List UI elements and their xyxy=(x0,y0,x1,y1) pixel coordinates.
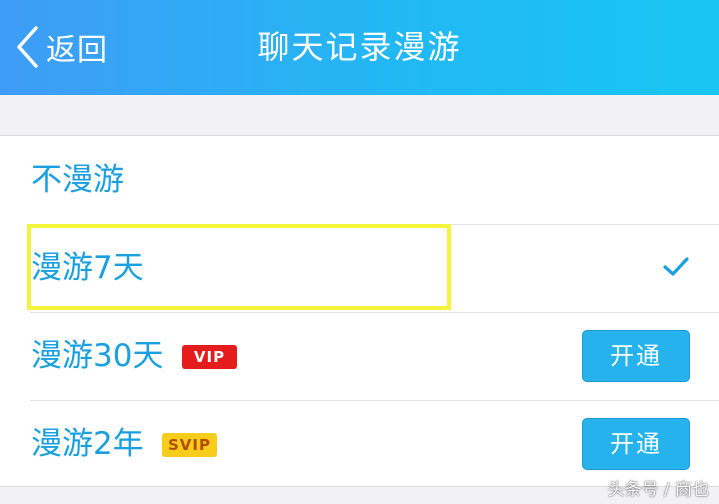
section-gap xyxy=(0,95,719,135)
option-no-roaming[interactable]: 不漫游 xyxy=(0,136,719,224)
activate-svip-button[interactable]: 开通 xyxy=(582,418,690,470)
vip-badge: VIP xyxy=(182,345,237,369)
option-label: 漫游7天 xyxy=(31,250,144,286)
svip-badge: SVIP xyxy=(162,433,217,457)
option-label: 漫游2年 xyxy=(31,426,144,462)
roaming-options-list: 不漫游 漫游7天 漫游30天 VIP 开通 漫游2年 SVIP 开通 xyxy=(0,135,719,487)
option-label: 漫游30天 xyxy=(31,338,164,374)
watermark: 头条号 / 商也 xyxy=(607,480,709,500)
activate-vip-button[interactable]: 开通 xyxy=(582,330,690,382)
option-roaming-30-days[interactable]: 漫游30天 VIP 开通 xyxy=(0,312,719,400)
option-roaming-7-days[interactable]: 漫游7天 xyxy=(0,224,719,312)
checkmark-icon xyxy=(662,256,690,282)
title-bar: 返回 聊天记录漫游 xyxy=(0,0,719,95)
page-title: 聊天记录漫游 xyxy=(257,28,462,66)
option-label: 不漫游 xyxy=(31,162,124,198)
